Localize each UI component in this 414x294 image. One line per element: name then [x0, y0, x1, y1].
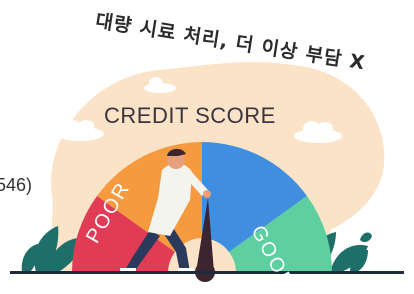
ground-line [10, 271, 404, 274]
side-text: 546) [0, 175, 33, 195]
gauge-title: CREDIT SCORE [104, 103, 276, 128]
